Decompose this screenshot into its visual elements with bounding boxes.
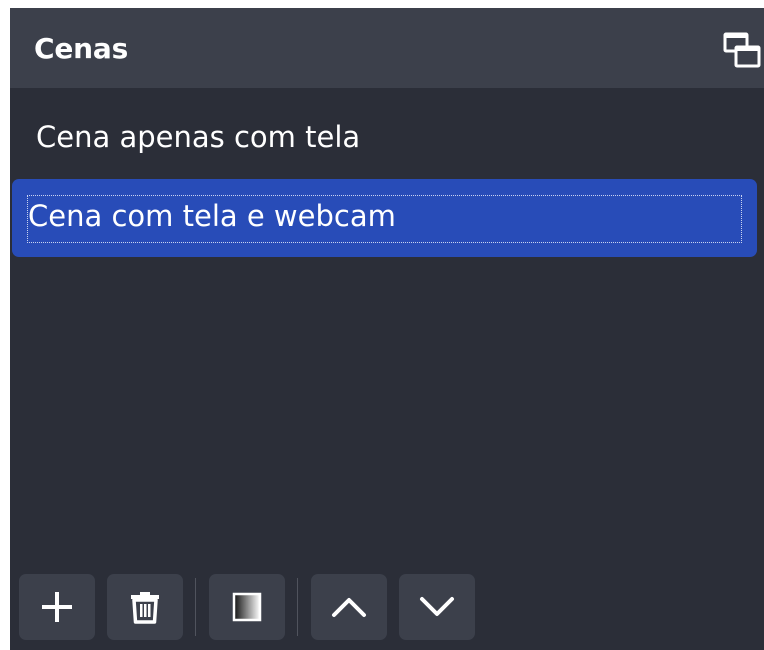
add-scene-button[interactable] xyxy=(19,574,95,640)
scenes-dock: Cenas Cena apenas com tela Cena com tela… xyxy=(10,8,764,650)
scene-filters-button[interactable] xyxy=(209,574,285,640)
toolbar-separator xyxy=(297,578,298,636)
scene-item-selected[interactable]: Cena com tela e webcam xyxy=(12,179,757,257)
scene-item-label: Cena com tela e webcam xyxy=(28,199,396,233)
remove-scene-button[interactable] xyxy=(107,574,183,640)
dock-header: Cenas xyxy=(10,8,764,88)
filters-icon xyxy=(232,592,262,622)
scene-list[interactable]: Cena apenas com tela Cena com tela e web… xyxy=(10,92,764,572)
undock-button[interactable] xyxy=(722,30,762,70)
scene-item-label: Cena apenas com tela xyxy=(36,120,361,154)
chevron-down-icon xyxy=(420,597,454,616)
dock-title: Cenas xyxy=(34,31,129,65)
plus-icon xyxy=(42,592,72,622)
trash-icon xyxy=(131,592,159,624)
scene-toolbar xyxy=(10,574,764,650)
undock-icon xyxy=(723,32,761,68)
move-scene-down-button[interactable] xyxy=(399,574,475,640)
move-scene-up-button[interactable] xyxy=(311,574,387,640)
chevron-up-icon xyxy=(332,598,366,617)
toolbar-separator xyxy=(195,578,196,636)
scene-item[interactable]: Cena apenas com tela xyxy=(12,98,757,176)
